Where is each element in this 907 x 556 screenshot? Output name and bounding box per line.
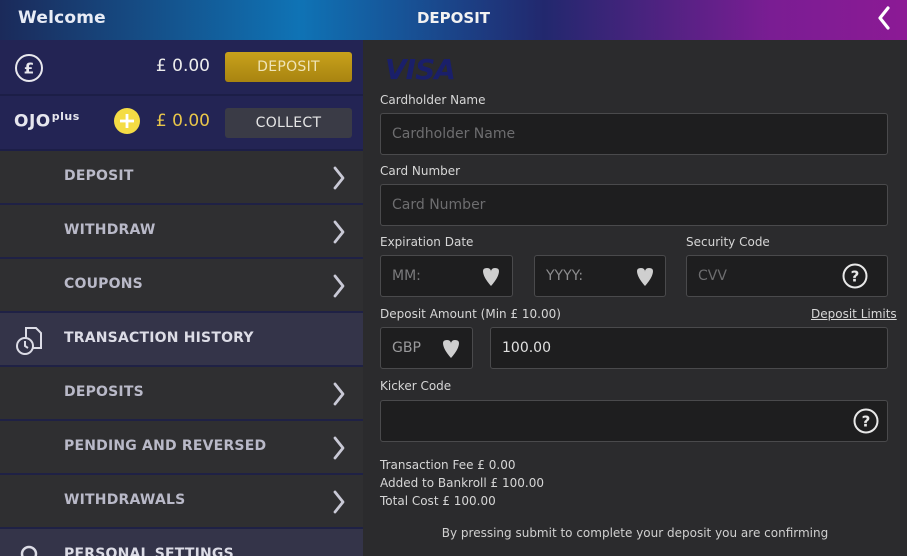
month-select[interactable]: MM: <box>380 255 513 297</box>
chevron-right-icon <box>333 382 345 406</box>
page-title: DEPOSIT <box>416 9 491 27</box>
ojo-brand: OJO <box>14 111 51 132</box>
help-icon[interactable]: ? <box>842 263 868 289</box>
help-icon[interactable]: ? <box>853 408 879 434</box>
cvv-input[interactable] <box>698 256 838 296</box>
chevron-right-icon <box>333 166 345 190</box>
sidebar-item-withdraw[interactable]: WITHDRAW <box>0 205 363 259</box>
top-header: Welcome DEPOSIT <box>0 0 907 40</box>
sidebar-item-coupons[interactable]: COUPONS <box>0 259 363 313</box>
kicker-code-input[interactable] <box>392 401 842 441</box>
confirmation-text: By pressing submit to complete your depo… <box>441 526 829 540</box>
card-number-label: Card Number <box>380 164 461 178</box>
chevron-left-icon <box>878 6 890 30</box>
sidebar-section-label: TRANSACTION HISTORY <box>64 330 254 346</box>
deposit-form: VISA Cardholder Name Card Number Expirat… <box>363 40 907 556</box>
card-number-input[interactable] <box>392 185 887 225</box>
sidebar-item-deposit[interactable]: DEPOSIT <box>0 151 363 205</box>
month-select-value: MM: <box>392 268 421 284</box>
svg-text:£: £ <box>24 60 34 78</box>
cardholder-input[interactable] <box>392 114 887 154</box>
svg-text:?: ? <box>862 413 871 431</box>
deposit-button[interactable]: DEPOSIT <box>225 52 352 82</box>
chevron-right-icon <box>333 274 345 298</box>
ojo-plus-amount: £ 0.00 <box>155 111 210 131</box>
ojo-plus-row: OJOplus £ 0.00 COLLECT <box>0 96 363 151</box>
chevron-right-icon <box>333 436 345 460</box>
dropdown-arrow-icon <box>483 268 499 286</box>
transaction-history-icon <box>16 327 42 355</box>
expiration-label: Expiration Date <box>380 235 474 249</box>
svg-text:?: ? <box>851 268 860 286</box>
kicker-code-label: Kicker Code <box>380 379 452 393</box>
added-to-bankroll-text: Added to Bankroll £ 100.00 <box>380 476 544 490</box>
security-code-label: Security Code <box>686 235 770 249</box>
sidebar-section-transaction-history: TRANSACTION HISTORY <box>0 313 363 367</box>
currency-select-value: GBP <box>392 340 421 356</box>
amount-input[interactable] <box>502 328 887 368</box>
cvv-field-box: ? <box>686 255 888 297</box>
personal-settings-icon <box>20 545 38 556</box>
dropdown-arrow-icon <box>637 268 653 286</box>
sidebar-item-label: COUPONS <box>64 276 143 292</box>
balance-amount: £ 0.00 <box>155 56 210 76</box>
sidebar-item-deposits[interactable]: DEPOSITS <box>0 367 363 421</box>
total-cost-text: Total Cost £ 100.00 <box>380 494 496 508</box>
sidebar-menu: DEPOSIT WITHDRAW COUPONS TRANSACTION HIS… <box>0 151 363 556</box>
sidebar-item-label: WITHDRAWALS <box>64 492 186 508</box>
sidebar-item-withdrawals[interactable]: WITHDRAWALS <box>0 475 363 529</box>
sidebar-item-label: DEPOSITS <box>64 384 144 400</box>
visa-logo: VISA <box>385 53 456 86</box>
cardholder-field-box <box>380 113 888 155</box>
plus-coin-icon <box>114 108 140 134</box>
sidebar-section-personal-settings: PERSONAL SETTINGS <box>0 529 363 556</box>
amount-field-box <box>490 327 888 369</box>
transaction-fee-text: Transaction Fee £ 0.00 <box>380 458 516 472</box>
sidebar-item-label: PENDING AND REVERSED <box>64 438 267 454</box>
sidebar-item-label: WITHDRAW <box>64 222 156 238</box>
back-button[interactable] <box>873 2 895 34</box>
sidebar-item-pending-and-reversed[interactable]: PENDING AND REVERSED <box>0 421 363 475</box>
deposit-limits-link[interactable]: Deposit Limits <box>811 307 897 321</box>
currency-select[interactable]: GBP <box>380 327 473 369</box>
ojo-brand-sup: plus <box>51 110 80 123</box>
year-select[interactable]: YYYY: <box>534 255 666 297</box>
chevron-right-icon <box>333 220 345 244</box>
cardholder-label: Cardholder Name <box>380 93 486 107</box>
welcome-text: Welcome <box>18 8 106 28</box>
deposit-amount-label: Deposit Amount (Min £ 10.00) <box>380 307 561 321</box>
sidebar-item-label: DEPOSIT <box>64 168 134 184</box>
sidebar: £ £ 0.00 DEPOSIT OJOplus £ 0.00 COLLECT … <box>0 40 363 556</box>
sidebar-section-label: PERSONAL SETTINGS <box>64 546 234 556</box>
chevron-right-icon <box>333 490 345 514</box>
pound-icon: £ <box>15 54 43 82</box>
ojo-plus-logo: OJOplus <box>14 110 80 132</box>
card-number-field-box <box>380 184 888 226</box>
year-select-value: YYYY: <box>546 268 584 284</box>
collect-button[interactable]: COLLECT <box>225 108 352 138</box>
balance-row: £ £ 0.00 DEPOSIT <box>0 40 363 96</box>
dropdown-arrow-icon <box>443 340 459 358</box>
kicker-field-box: ? <box>380 400 888 442</box>
